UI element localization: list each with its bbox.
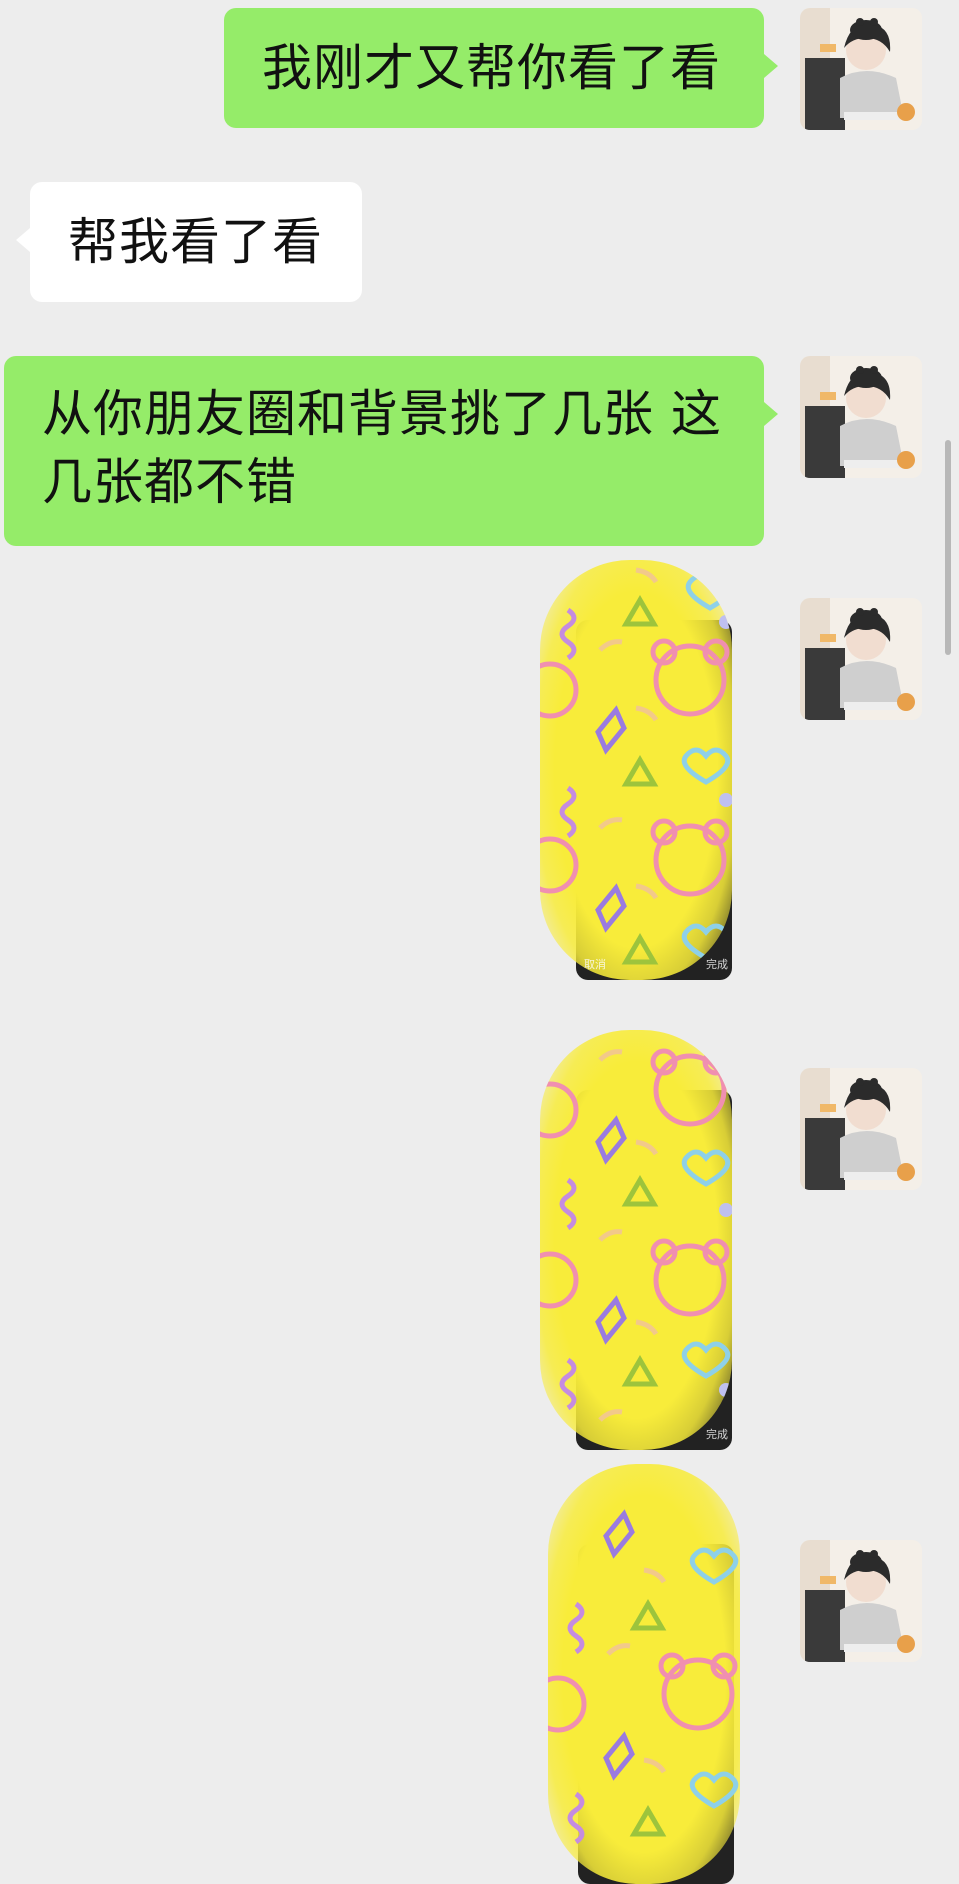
girl-with-cat-avatar-icon <box>800 598 922 720</box>
incoming-message-bubble[interactable]: 帮我看了看 <box>16 182 362 302</box>
girl-with-cat-avatar-icon <box>800 1068 922 1190</box>
outgoing-message-bubble[interactable]: 从你朋友圈和背景挑了几张 这几张都不错 <box>4 356 778 546</box>
image-caption-left: 取消 <box>584 958 606 971</box>
yellow-bear-pattern-image-icon <box>540 560 732 980</box>
my-avatar[interactable] <box>800 356 922 478</box>
chat-message-list[interactable]: 我刚才又帮你看了看 帮我看了看 从你朋友圈和背景挑了几张 这几张都不错 取消 完… <box>0 0 959 1884</box>
girl-with-cat-avatar-icon <box>800 356 922 478</box>
outgoing-message-bubble[interactable]: 我刚才又帮你看了看 <box>224 8 778 128</box>
yellow-bear-pattern-image-icon <box>540 1030 732 1450</box>
image-caption-right: 完成 <box>706 1428 728 1441</box>
message-text: 从你朋友圈和背景挑了几张 这几张都不错 <box>42 385 722 511</box>
my-avatar[interactable] <box>800 1540 922 1662</box>
yellow-bear-pattern-image-icon <box>548 1464 740 1884</box>
image-caption-right: 完成 <box>706 958 728 971</box>
my-avatar[interactable] <box>800 1068 922 1190</box>
message-text: 我刚才又帮你看了看 <box>262 39 721 97</box>
image-message[interactable]: 完成 <box>540 1030 732 1450</box>
image-message[interactable] <box>548 1464 740 1884</box>
my-avatar[interactable] <box>800 8 922 130</box>
girl-with-cat-avatar-icon <box>800 1540 922 1662</box>
scrollbar[interactable] <box>945 440 951 655</box>
message-text: 帮我看了看 <box>68 213 323 271</box>
my-avatar[interactable] <box>800 598 922 720</box>
girl-with-cat-avatar-icon <box>800 8 922 130</box>
image-message[interactable]: 取消 完成 <box>540 560 732 980</box>
